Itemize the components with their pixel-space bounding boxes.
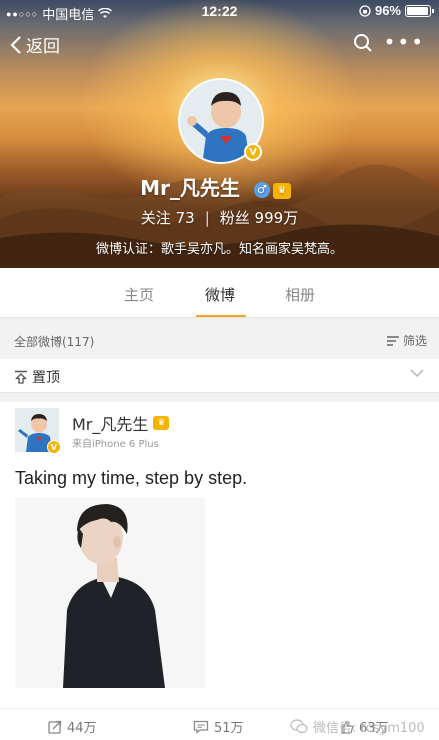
- repost-count: 44万: [67, 721, 97, 736]
- tab-home[interactable]: 主页: [124, 284, 154, 305]
- pin-top-icon: [14, 370, 28, 384]
- profile-stats: 关注 73 | 粉丝 999万: [0, 207, 439, 228]
- battery-icon: [405, 4, 434, 17]
- profile-tabs: 主页 微博 相册: [0, 268, 439, 318]
- more-icon[interactable]: •••: [384, 30, 425, 54]
- filter-label: 筛选: [402, 334, 427, 348]
- verification-text: 微博认证：歌手吴亦凡。知名画家吴梵高。: [95, 242, 343, 257]
- filter-button[interactable]: 筛选: [386, 332, 427, 349]
- repost-button[interactable]: 44万: [48, 717, 97, 736]
- tab-album[interactable]: 相册: [285, 284, 315, 305]
- active-tab-indicator: [196, 315, 246, 317]
- orientation-lock-icon: [359, 4, 371, 17]
- stats-divider: |: [204, 209, 210, 227]
- post-source: 来自iPhone 6 Plus: [72, 439, 159, 450]
- follow-label: 关注: [140, 209, 171, 227]
- pinned-bar[interactable]: 置顶: [0, 359, 439, 393]
- profile-name: Mr_凡先生 ♂ ♛: [0, 172, 439, 201]
- post-photo[interactable]: [15, 498, 205, 688]
- watermark-text: 微信号: tcsym100: [313, 721, 425, 736]
- top-nav: 返回 •••: [0, 30, 439, 60]
- comment-icon: [193, 720, 209, 734]
- tab-weibo[interactable]: 微博: [205, 284, 235, 305]
- battery-percent: 96%: [374, 3, 401, 18]
- post-verified-icon: V: [47, 440, 61, 454]
- chevron-down-icon[interactable]: [409, 365, 425, 381]
- wechat-icon: [290, 719, 308, 734]
- pinned-text: 置顶: [32, 370, 60, 386]
- post-text: Taking my time, step by step.: [15, 468, 248, 488]
- filter-bar: 全部微博(117) 筛选: [0, 322, 439, 358]
- status-right: 96%: [359, 3, 434, 18]
- weibo-post: V Mr_凡先生 ♛ 来自iPhone 6 Plus Taking my tim…: [0, 402, 439, 740]
- post-actions: 44万 51万 63万 微信号: tcsym100: [0, 708, 439, 740]
- comment-count: 51万: [214, 721, 244, 736]
- pinned-label: 置顶: [14, 367, 60, 387]
- follow-count: 73: [175, 209, 195, 227]
- back-button[interactable]: 返回: [10, 32, 60, 57]
- wechat-watermark: 微信号: tcsym100: [290, 717, 425, 736]
- repost-icon: [48, 720, 62, 734]
- male-icon: ♂: [253, 182, 270, 198]
- post-author[interactable]: Mr_凡先生 ♛: [72, 411, 170, 435]
- search-icon[interactable]: [353, 33, 373, 53]
- comment-button[interactable]: 51万: [193, 717, 244, 736]
- fans-stat[interactable]: 粉丝 999万: [220, 209, 298, 227]
- profile-cover: ●●○○○ 中国电信 12:22 96% 返回 ••• V Mr_凡先生 ♂ ♛…: [0, 0, 439, 268]
- fans-label: 粉丝: [219, 209, 250, 227]
- all-posts-count[interactable]: 全部微博(117): [14, 333, 94, 350]
- vip-crown-icon: ♛: [153, 416, 170, 430]
- fans-count: 999万: [254, 209, 299, 227]
- back-label: 返回: [26, 37, 60, 57]
- vip-crown-icon: ♛: [272, 183, 291, 199]
- chevron-left-icon: [10, 35, 21, 54]
- status-bar: ●●○○○ 中国电信 12:22 96%: [0, 0, 439, 22]
- post-author-name: Mr_凡先生: [72, 415, 149, 434]
- filter-icon: [386, 335, 399, 346]
- profile-name-text: Mr_凡先生: [140, 176, 240, 200]
- follow-stat[interactable]: 关注 73: [141, 209, 195, 227]
- post-photo-image: [15, 498, 205, 688]
- verified-badge-icon: V: [244, 143, 262, 161]
